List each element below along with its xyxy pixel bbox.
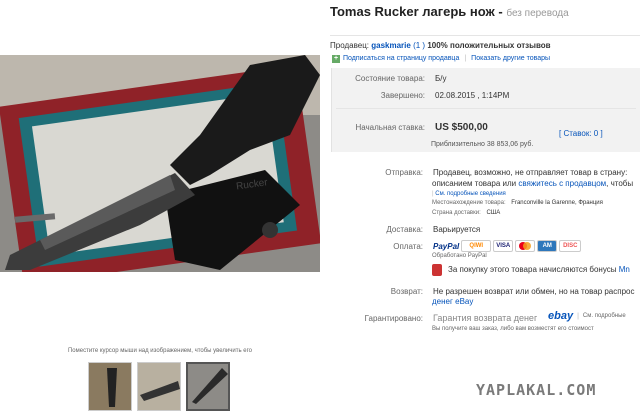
- guarantee-details-link[interactable]: См. подробные: [583, 313, 626, 319]
- ended-value: 02.08.2015 , 1:14PM: [435, 91, 510, 100]
- thumbnail-1[interactable]: [88, 362, 132, 411]
- plus-icon: +: [332, 55, 340, 63]
- shipping-details-link[interactable]: См. подробные сведения: [435, 191, 506, 197]
- seller-feedback-percent: 100% положительных отзывов: [427, 41, 551, 50]
- bids-link[interactable]: [ Ставок: 0 ]: [559, 129, 603, 138]
- ended-label: Завершено:: [380, 91, 425, 100]
- shipping-line2-a: описанием товара или: [432, 179, 517, 188]
- shipping-line2-b: , чтобы: [606, 179, 634, 188]
- shipping-line2: описанием товара или свяжитесь с продавц…: [432, 179, 633, 188]
- seller-links: + Подписаться на страницу продавца | Показа…: [332, 55, 550, 63]
- returns-line2-link[interactable]: денег eBay: [432, 297, 473, 306]
- ebay-logo-icon: ebay: [548, 310, 574, 322]
- condition-value: Б/у: [435, 74, 447, 83]
- item-location: Местонахождение товара: Franconville la …: [432, 200, 603, 206]
- other-items-link[interactable]: Показать другие товары: [471, 55, 550, 62]
- site-watermark: YAPLAKAL.COM: [476, 381, 597, 399]
- guarantee-label: Гарантировано:: [364, 313, 423, 323]
- title-divider: [330, 35, 640, 36]
- seller-feedback-count[interactable]: (1 ): [413, 41, 425, 50]
- delivery-label: Доставка:: [386, 225, 423, 234]
- payment-row: Оплата: PayPal QIWI VISA AM DISC: [330, 240, 583, 252]
- seller-label: Продавец:: [330, 41, 370, 50]
- link-separator: |: [464, 55, 467, 62]
- guarantee-separator: |: [577, 312, 579, 320]
- mastercard-logo-icon: [515, 240, 536, 252]
- seller-name-link[interactable]: gaskmarie: [371, 41, 411, 50]
- price-converted-text: Приблизительно 38 853,06 руб.: [431, 141, 534, 148]
- guarantee-note: Вы получите ваш заказ, либо вам возместя…: [432, 326, 594, 332]
- ebay-guarantee: ebay | См. подробные: [548, 310, 626, 322]
- delivery-row: Доставка: Варьируется: [330, 225, 480, 234]
- item-title-subtitle: без перевода: [506, 8, 569, 19]
- main-product-photo[interactable]: Rucker: [0, 55, 320, 272]
- location-value: Franconville la Garenne, Франция: [511, 200, 603, 206]
- qiwi-logo-icon: QIWI: [461, 240, 492, 252]
- item-details-box: Состояние товара: Б/у Завершено: 02.08.2…: [331, 68, 640, 152]
- thumbnail-2[interactable]: [137, 362, 181, 411]
- price-converted: Приблизительно 38 853,06 руб.: [431, 133, 533, 151]
- returns-line1: Не разрешен возврат или обмен, но на тов…: [433, 287, 635, 296]
- location-label: Местонахождение товара:: [432, 200, 506, 206]
- more-separator: |: [432, 191, 434, 197]
- knife-photo-graphic: Rucker: [0, 55, 320, 272]
- item-title: Tomas Rucker лагерь нож - без перевода: [330, 4, 569, 19]
- delivery-value: Варьируется: [433, 225, 481, 234]
- shipping-row: Отправка: Продавец, возможно, не отправл…: [330, 168, 627, 177]
- ship-to-value: США: [486, 210, 501, 216]
- zoom-hint: Поместите курсор мыши над изображением, …: [67, 348, 253, 354]
- bonus-row: За покупку этого товара начисляются бону…: [432, 264, 630, 276]
- bonus-link[interactable]: Mn: [619, 265, 630, 274]
- amex-logo-icon: AM: [537, 240, 558, 252]
- payment-label: Оплата:: [393, 241, 423, 251]
- start-price: US $500,00: [435, 122, 488, 133]
- ship-to-label: Страна доставки:: [432, 210, 481, 216]
- shipping-label: Отправка:: [385, 168, 423, 177]
- returns-label: Возврат:: [390, 287, 423, 296]
- returns-row: Возврат: Не разрешен возврат или обмен, …: [330, 287, 635, 296]
- discover-logo-icon: DISC: [559, 240, 582, 252]
- visa-logo-icon: VISA: [493, 240, 514, 252]
- condition-label: Состояние товара:: [355, 74, 425, 83]
- payment-methods: PayPal QIWI VISA AM DISC: [433, 240, 583, 252]
- thumbnail-strip: [88, 362, 230, 411]
- bonus-card-icon: [432, 264, 442, 276]
- paypal-processed: Обработано PayPal: [432, 253, 487, 259]
- details-divider: [336, 108, 636, 109]
- start-bid-label: Начальная ставка:: [355, 123, 425, 132]
- ship-to: Страна доставки: США: [432, 210, 500, 216]
- contact-seller-link[interactable]: свяжитесь с продавцом: [518, 179, 606, 188]
- bonus-text: За покупку этого товара начисляются бону…: [448, 265, 617, 275]
- photo-panel: Rucker Поместите курсор мыши над изображ…: [0, 0, 320, 411]
- item-title-main: Tomas Rucker лагерь нож -: [330, 4, 503, 19]
- paypal-logo-icon: PayPal: [433, 241, 460, 251]
- shipping-more: | См. подробные сведения: [432, 191, 506, 197]
- shipping-line1: Продавец, возможно, не отправляет товар …: [433, 168, 628, 177]
- follow-seller-link[interactable]: Подписаться на страницу продавца: [343, 55, 459, 62]
- thumbnail-3-selected[interactable]: [186, 362, 230, 411]
- seller-info: Продавец: gaskmarie (1 ) 100% положитель…: [330, 41, 551, 50]
- guarantee-row: Гарантировано: Гарантия возврата денег: [330, 313, 538, 323]
- guarantee-value: Гарантия возврата денег: [433, 313, 538, 323]
- bids-count: [ Ставок: 0 ]: [559, 123, 603, 141]
